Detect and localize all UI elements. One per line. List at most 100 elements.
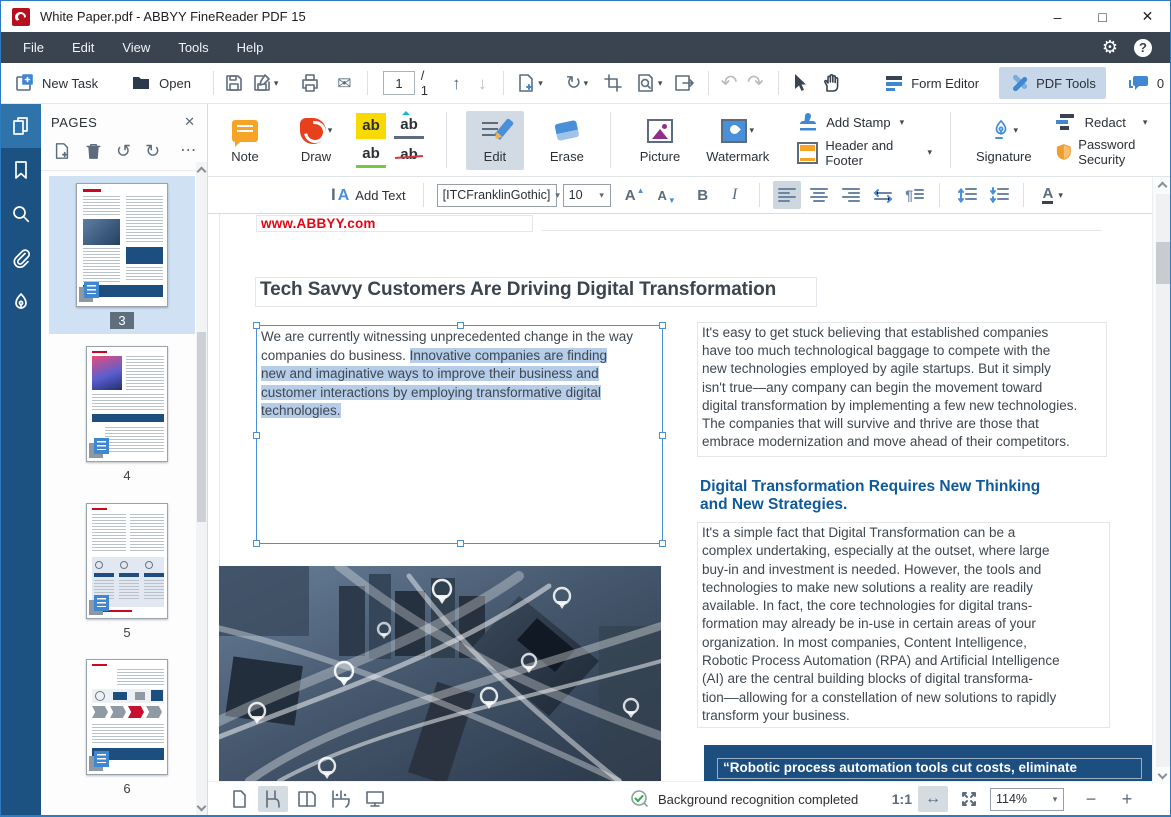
rail-signature-tab[interactable] [1, 280, 41, 324]
redact-button[interactable]: Redact ▾ [1056, 114, 1171, 132]
draw-button[interactable]: ▾ Draw [288, 113, 344, 168]
strikethrough-text-button[interactable]: ab [394, 142, 424, 168]
watermark-button[interactable]: ▾ Watermark [698, 113, 777, 168]
zoom-select[interactable]: 114% ▾ [990, 788, 1064, 811]
paragraph-text-block[interactable]: It's a simple fact that Digital Transfor… [697, 522, 1110, 728]
scroll-up-icon[interactable] [197, 167, 207, 177]
facing-continuous-button[interactable] [326, 786, 356, 812]
resize-handle[interactable] [457, 540, 464, 547]
document-scrollbar[interactable] [1152, 177, 1171, 784]
previous-page-button[interactable]: ↑ [443, 69, 469, 97]
save-as-button[interactable]: ▾ [247, 69, 283, 97]
fullscreen-view-button[interactable] [360, 786, 390, 812]
panel-more-icon[interactable]: ⋯ [180, 143, 196, 159]
add-text-button[interactable]: IA Add Text [328, 181, 409, 209]
document-view[interactable]: www.ABBYY.com Tech Savvy Customers Are D… [208, 214, 1152, 781]
note-button[interactable]: Note [222, 113, 268, 168]
redo-button[interactable]: ↷ [742, 69, 768, 97]
fit-page-button[interactable] [954, 786, 984, 812]
paragraph-direction-button[interactable]: ¶ [901, 181, 929, 209]
resize-handle[interactable] [659, 322, 666, 329]
rail-pages-tab[interactable] [1, 104, 41, 148]
menu-view[interactable]: View [108, 32, 164, 63]
rail-bookmarks-tab[interactable] [1, 148, 41, 192]
menu-file[interactable]: File [9, 32, 58, 63]
thumbnail-page-6[interactable] [86, 659, 168, 775]
scrollbar-thumb[interactable] [197, 332, 206, 522]
text-color-button[interactable]: A ▾ [1039, 181, 1067, 209]
city-picture[interactable] [219, 566, 661, 781]
scrollbar-thumb[interactable] [1156, 242, 1170, 284]
justify-button[interactable] [869, 181, 897, 209]
align-left-button[interactable] [773, 181, 801, 209]
align-center-button[interactable] [805, 181, 833, 209]
comments-button[interactable]: 0 [1122, 70, 1170, 96]
close-button[interactable]: ✕ [1125, 1, 1170, 32]
resize-handle[interactable] [253, 432, 260, 439]
underline-text-button[interactable]: ab [356, 142, 386, 168]
minimize-button[interactable]: – [1035, 1, 1080, 32]
password-security-button[interactable]: Password Security [1056, 137, 1171, 167]
convert-button[interactable] [672, 69, 698, 97]
thumbnail-page-4[interactable] [86, 346, 168, 462]
erase-button[interactable]: Erase [542, 113, 592, 168]
picture-button[interactable]: Picture [632, 113, 688, 168]
resize-handle[interactable] [253, 322, 260, 329]
continuous-view-button[interactable] [258, 786, 288, 812]
underline-color-button[interactable]: ab [394, 113, 424, 139]
decrease-line-spacing-button[interactable] [985, 181, 1013, 209]
quote-callout[interactable]: “Robotic process automation tools cut co… [704, 745, 1152, 781]
resize-handle[interactable] [659, 540, 666, 547]
open-button[interactable]: Open [126, 70, 197, 96]
decrease-font-button[interactable]: A▼ [653, 181, 681, 209]
resize-handle[interactable] [457, 322, 464, 329]
font-family-select[interactable]: [ITCFranklinGothic] ▾ [437, 184, 557, 207]
panel-rotate-right-icon[interactable]: ↻ [145, 142, 160, 160]
italic-button[interactable]: I [721, 181, 749, 209]
single-page-view-button[interactable] [224, 786, 254, 812]
menu-edit[interactable]: Edit [58, 32, 108, 63]
highlight-text-button[interactable]: ab [356, 113, 386, 139]
rail-search-tab[interactable] [1, 192, 41, 236]
align-right-button[interactable] [837, 181, 865, 209]
thumbnail-page-5[interactable] [86, 503, 168, 619]
facing-pages-button[interactable] [292, 786, 322, 812]
actual-size-button[interactable]: 1:1 [892, 791, 912, 807]
help-icon[interactable]: ? [1134, 39, 1152, 57]
resize-handle[interactable] [659, 432, 666, 439]
next-page-button[interactable]: ↓ [469, 69, 495, 97]
edit-button[interactable]: Edit [466, 111, 524, 170]
panel-delete-icon[interactable] [85, 142, 102, 160]
zoom-out-button[interactable]: − [1076, 786, 1106, 812]
menu-help[interactable]: Help [223, 32, 278, 63]
url-text-block[interactable]: www.ABBYY.com [256, 215, 533, 232]
selected-text-block[interactable]: We are currently witnessing unprecedente… [256, 325, 663, 544]
scroll-down-icon[interactable] [1158, 770, 1168, 780]
panel-rotate-left-icon[interactable]: ↺ [116, 142, 131, 160]
menu-tools[interactable]: Tools [164, 32, 222, 63]
add-pages-button[interactable]: ▾ [511, 69, 547, 97]
add-stamp-button[interactable]: Add Stamp ▾ [797, 113, 932, 133]
rail-attachments-tab[interactable] [1, 236, 41, 280]
select-tool-button[interactable] [786, 69, 812, 97]
pages-panel-scrollbar[interactable] [196, 162, 207, 816]
scroll-down-icon[interactable] [197, 802, 207, 812]
increase-font-button[interactable]: A▲ [621, 181, 649, 209]
pdf-tools-button[interactable]: PDF Tools [999, 67, 1106, 99]
signature-button[interactable]: ▾ Signature [968, 113, 1040, 168]
form-editor-button[interactable]: Form Editor [878, 70, 985, 96]
thumbnail-page-3[interactable] [76, 183, 168, 307]
undo-button[interactable]: ↶ [716, 69, 742, 97]
resize-handle[interactable] [253, 540, 260, 547]
page-number-input[interactable]: 1 [383, 71, 415, 95]
email-button[interactable]: ✉ [331, 69, 357, 97]
find-button[interactable]: ▾ [630, 69, 668, 97]
rotate-button[interactable]: ↻ ▾ [558, 69, 596, 97]
scroll-up-icon[interactable] [1158, 182, 1168, 192]
bold-button[interactable]: B [689, 181, 717, 209]
pages-panel-close-icon[interactable]: ✕ [184, 114, 195, 130]
zoom-in-button[interactable]: + [1112, 786, 1142, 812]
settings-gear-icon[interactable]: ⚙ [1102, 37, 1118, 58]
print-button[interactable] [297, 69, 323, 97]
paragraph-text-block[interactable]: It's easy to get stuck believing that es… [697, 322, 1107, 457]
